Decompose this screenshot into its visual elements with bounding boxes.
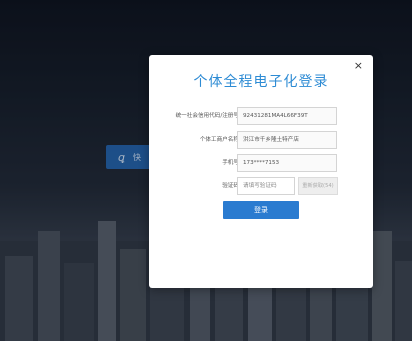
close-icon[interactable]: ×	[354, 60, 363, 71]
credit-code-row: 统一社会信用代码/注册号 92431281MA4L66F39T	[149, 107, 373, 125]
user-icon: ꝗ	[118, 150, 125, 164]
business-name-row: 个体工商户名称 洪江市千乡隆土特产店	[149, 131, 373, 149]
phone-row: 手机号 173****7153	[149, 154, 373, 172]
modal-title: 个体全程电子化登录	[193, 74, 329, 90]
verify-code-row: 验证码 重新获取(54)	[149, 177, 373, 195]
login-modal: × 个体全程电子化登录 统一社会信用代码/注册号 92431281MA4L66F…	[149, 55, 373, 288]
background-button-label: 快	[132, 152, 141, 162]
login-button[interactable]: 登录	[223, 201, 299, 219]
credit-code-label: 统一社会信用代码/注册号	[175, 113, 239, 119]
phone-field[interactable]: 173****7153	[237, 154, 337, 172]
page-background: ꝗ 快 × 个体全程电子化登录 统一社会信用代码/注册号 92431281MA4…	[0, 0, 412, 341]
business-name-label: 个体工商户名称	[199, 137, 239, 143]
resend-code-button[interactable]: 重新获取(54)	[298, 177, 338, 195]
verify-code-input[interactable]	[237, 177, 295, 195]
business-name-field[interactable]: 洪江市千乡隆土特产店	[237, 131, 337, 149]
credit-code-field[interactable]: 92431281MA4L66F39T	[237, 107, 337, 125]
